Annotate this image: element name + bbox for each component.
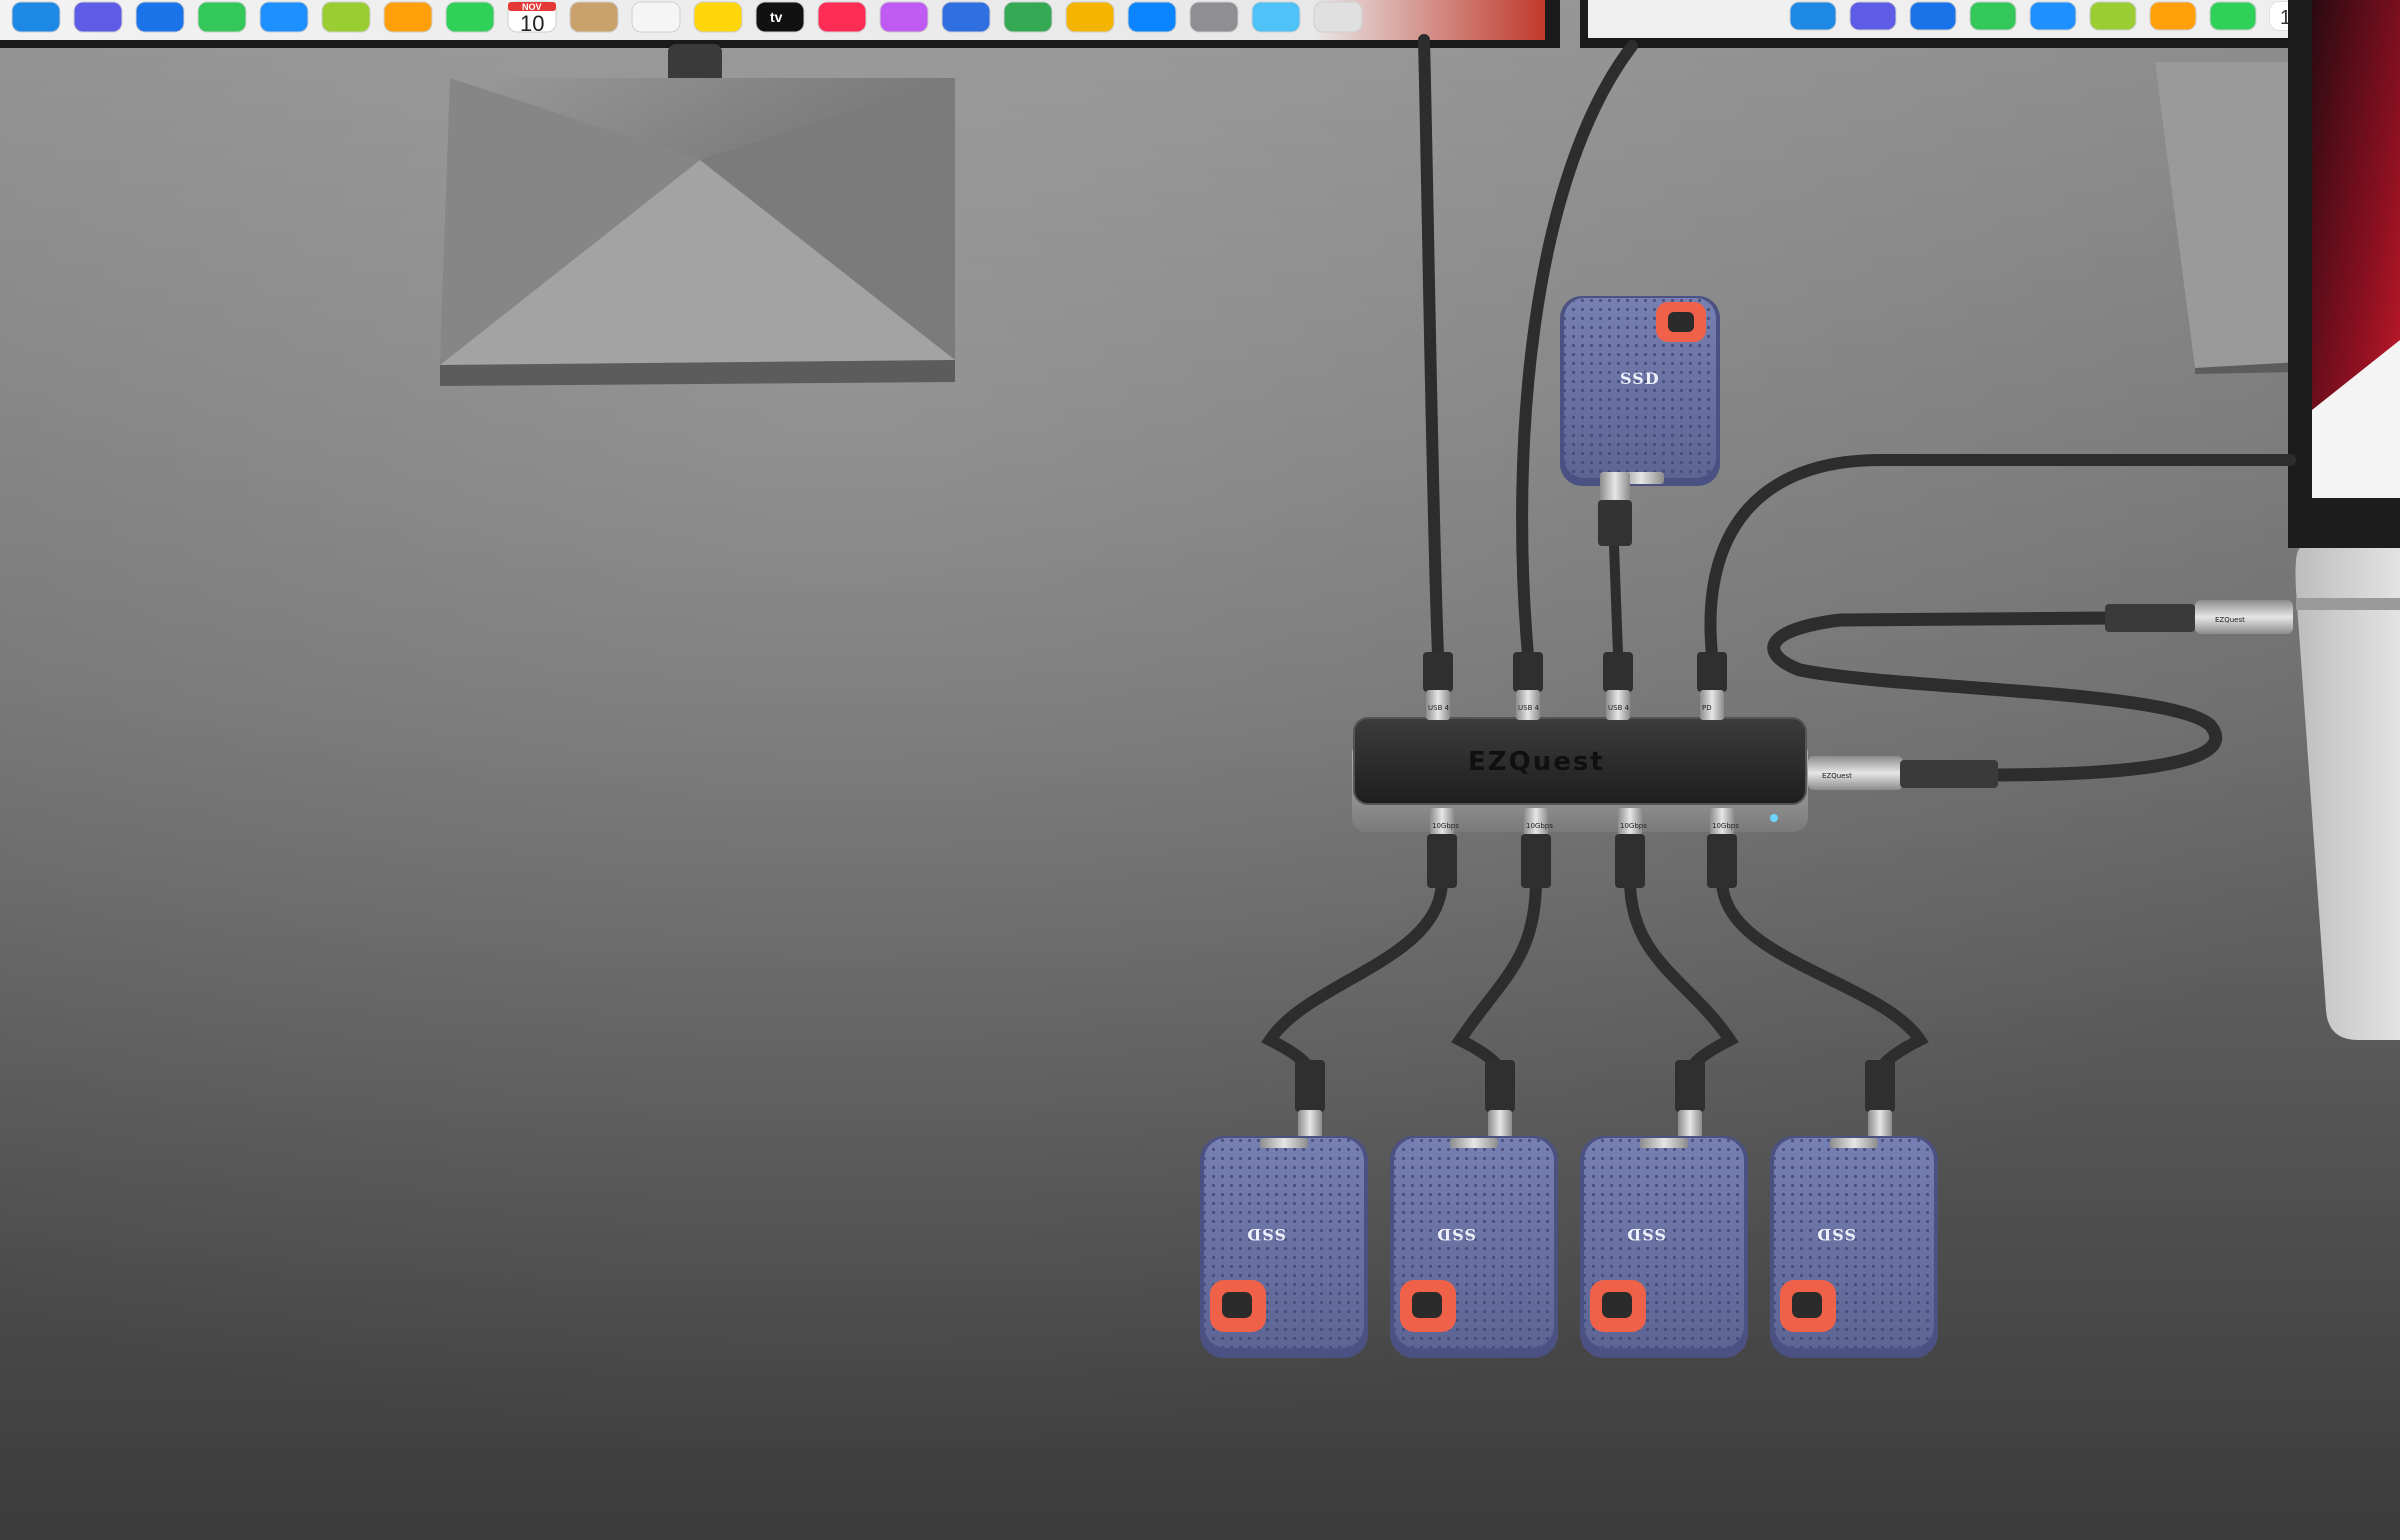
trash-icon[interactable] bbox=[1313, 1, 1363, 33]
top-port-label: PD bbox=[1702, 704, 1712, 712]
ssd-top: SSD bbox=[1560, 296, 1720, 486]
ssd-bottom-2: SSD bbox=[1390, 1136, 1558, 1358]
keynote-icon[interactable] bbox=[941, 1, 991, 33]
bottom-port-label: 10Gbps bbox=[1620, 822, 1647, 830]
safari-icon[interactable] bbox=[135, 1, 185, 33]
messages-icon[interactable] bbox=[197, 1, 247, 33]
appletv-icon[interactable]: tv bbox=[755, 1, 805, 33]
bottom-port-label: 10Gbps bbox=[1712, 822, 1739, 830]
calendar-day-text: 10 bbox=[520, 11, 544, 36]
top-port-label: USB 4 bbox=[1608, 704, 1630, 712]
finder-icon[interactable] bbox=[11, 1, 61, 33]
right-dock-icons: 10 bbox=[1789, 1, 2317, 31]
mail-icon[interactable] bbox=[259, 1, 309, 33]
podcasts-icon[interactable] bbox=[879, 1, 929, 33]
rear-cable-brand-text: EZQuest bbox=[2215, 616, 2245, 624]
top-plug-3: USB 4 bbox=[1603, 652, 1633, 720]
ssd-top-plug bbox=[1598, 472, 1632, 546]
hub-status-led bbox=[1770, 814, 1778, 822]
contacts-icon[interactable] bbox=[569, 1, 619, 33]
numbers-icon[interactable] bbox=[1003, 1, 1053, 33]
top-plug-1: USB 4 bbox=[1423, 652, 1453, 720]
finder-icon[interactable] bbox=[1789, 1, 1837, 31]
top-port-label: USB 4 bbox=[1428, 704, 1450, 712]
facetime-icon[interactable] bbox=[445, 1, 495, 33]
ssd-bottom-label: SSD bbox=[1816, 1225, 1856, 1244]
top-plug-2: USB 4 bbox=[1513, 652, 1543, 720]
ssd-bottom-label: SSD bbox=[1626, 1225, 1666, 1244]
ssd-top-label: SSD bbox=[1620, 369, 1660, 388]
hub-brand-logo: EZQuest bbox=[1468, 747, 1605, 777]
hub-cable-brand-text: EZQuest bbox=[1822, 772, 1852, 780]
downloads-icon[interactable] bbox=[1251, 1, 1301, 33]
ssd-bottom-label: SSD bbox=[1246, 1225, 1286, 1244]
mail-icon[interactable] bbox=[2029, 1, 2077, 31]
reminders-icon[interactable] bbox=[631, 1, 681, 33]
left-monitor-stand bbox=[440, 44, 955, 386]
product-scene: NOV10 tv 10 bbox=[0, 0, 2400, 1540]
messages-icon[interactable] bbox=[1969, 1, 2017, 31]
bottom-port-label: 10Gbps bbox=[1526, 822, 1553, 830]
safari-icon[interactable] bbox=[1909, 1, 1957, 31]
launchpad-icon[interactable] bbox=[1849, 1, 1897, 31]
calendar-icon[interactable]: NOV10 bbox=[507, 1, 557, 36]
top-plug-4: PD bbox=[1697, 652, 1727, 720]
photos-icon[interactable] bbox=[2149, 1, 2197, 31]
facetime-icon[interactable] bbox=[2209, 1, 2257, 31]
photos-icon[interactable] bbox=[383, 1, 433, 33]
ssd-bottom-1: SSD bbox=[1200, 1136, 1368, 1358]
right-monitor: 10 bbox=[1580, 0, 2320, 48]
bottom-port-label: 10Gbps bbox=[1432, 822, 1459, 830]
top-port-label: USB 4 bbox=[1518, 704, 1540, 712]
ssd-bottom-3: SSD bbox=[1580, 1136, 1748, 1358]
maps-icon[interactable] bbox=[321, 1, 371, 33]
ssd-bottom-label: SSD bbox=[1436, 1225, 1476, 1244]
appletv-label-text: tv bbox=[770, 9, 783, 25]
ssd-bottom-4: SSD bbox=[1770, 1136, 1938, 1358]
left-monitor: NOV10 tv bbox=[0, 0, 1560, 48]
pages-icon[interactable] bbox=[1065, 1, 1115, 33]
ezquest-hub: EZQuest bbox=[1352, 717, 1808, 832]
appstore-icon[interactable] bbox=[1127, 1, 1177, 33]
launchpad-icon[interactable] bbox=[73, 1, 123, 33]
notes-icon[interactable] bbox=[693, 1, 743, 33]
maps-icon[interactable] bbox=[2089, 1, 2137, 31]
music-icon[interactable] bbox=[817, 1, 867, 33]
system-preferences-icon[interactable] bbox=[1189, 1, 1239, 33]
host-cable-connector-laptop: EZQuest bbox=[2105, 600, 2293, 634]
host-cable-connector-hub: EZQuest bbox=[1808, 756, 1998, 790]
